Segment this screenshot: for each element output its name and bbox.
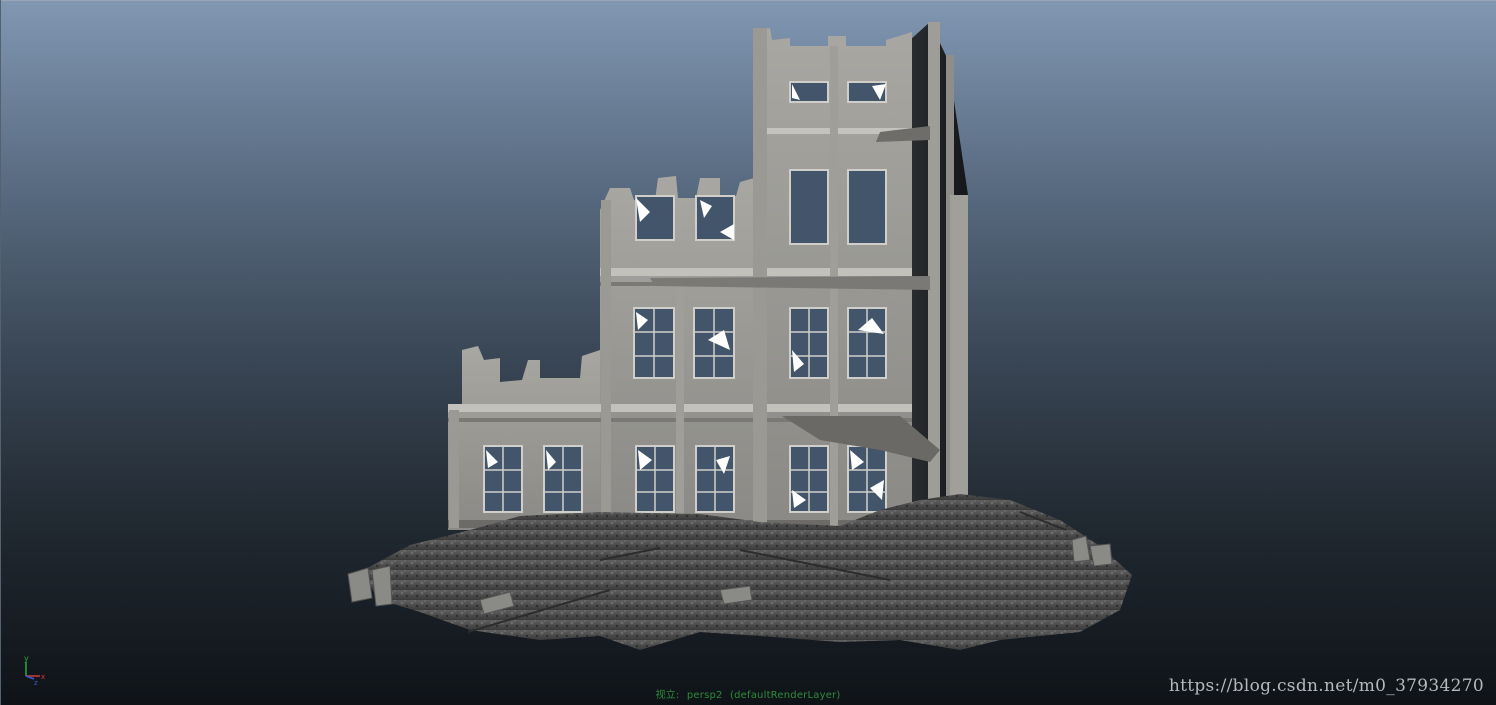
camera-prefix: 视立: <box>655 690 680 701</box>
ruined-building-model[interactable] <box>0 0 1496 705</box>
camera-name: persp2 <box>686 690 723 701</box>
render-layer: (defaultRenderLayer) <box>730 690 841 701</box>
axis-gizmo: y x z <box>24 654 45 686</box>
axis-y-label: y <box>24 654 29 663</box>
axis-z-label: z <box>34 679 38 686</box>
maya-3d-viewport[interactable]: y x z 视立: persp2 (defaultRenderLayer) ht… <box>0 0 1496 705</box>
building-facade <box>448 28 940 530</box>
axis-x-label: x <box>41 673 45 681</box>
watermark-url: https://blog.csdn.net/m0_37934270 <box>1168 676 1484 696</box>
